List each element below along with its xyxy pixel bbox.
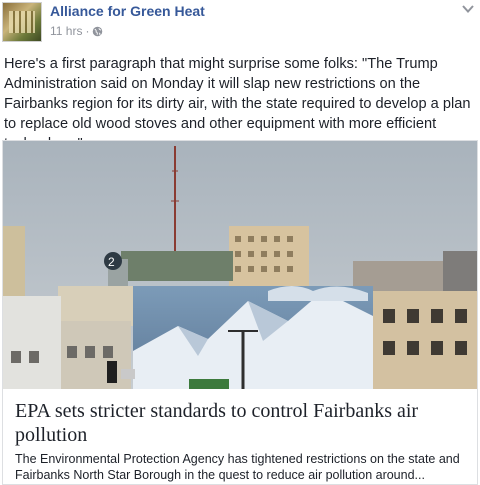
chevron-down-icon[interactable] <box>462 4 474 14</box>
page-name-link[interactable]: Alliance for Green Heat <box>50 3 205 19</box>
meta-separator: · <box>85 24 90 38</box>
link-description: The Environmental Protection Agency has … <box>15 452 460 482</box>
timestamp-link[interactable]: 11 hrs <box>50 24 82 38</box>
post-message: Here's a first paragraph that might surp… <box>4 56 471 152</box>
svg-text:2: 2 <box>108 255 115 269</box>
globe-icon[interactable] <box>92 26 103 37</box>
link-preview-card[interactable]: 2 EPA sets stricter standards to control… <box>2 140 478 485</box>
post-meta: 11 hrs · <box>50 24 103 38</box>
city-skyline-photo[interactable]: 2 <box>3 141 477 389</box>
post-header: Alliance for Green Heat 11 hrs · <box>0 0 480 48</box>
link-title[interactable]: EPA sets stricter standards to control F… <box>15 399 470 447</box>
page-avatar[interactable] <box>2 2 42 42</box>
